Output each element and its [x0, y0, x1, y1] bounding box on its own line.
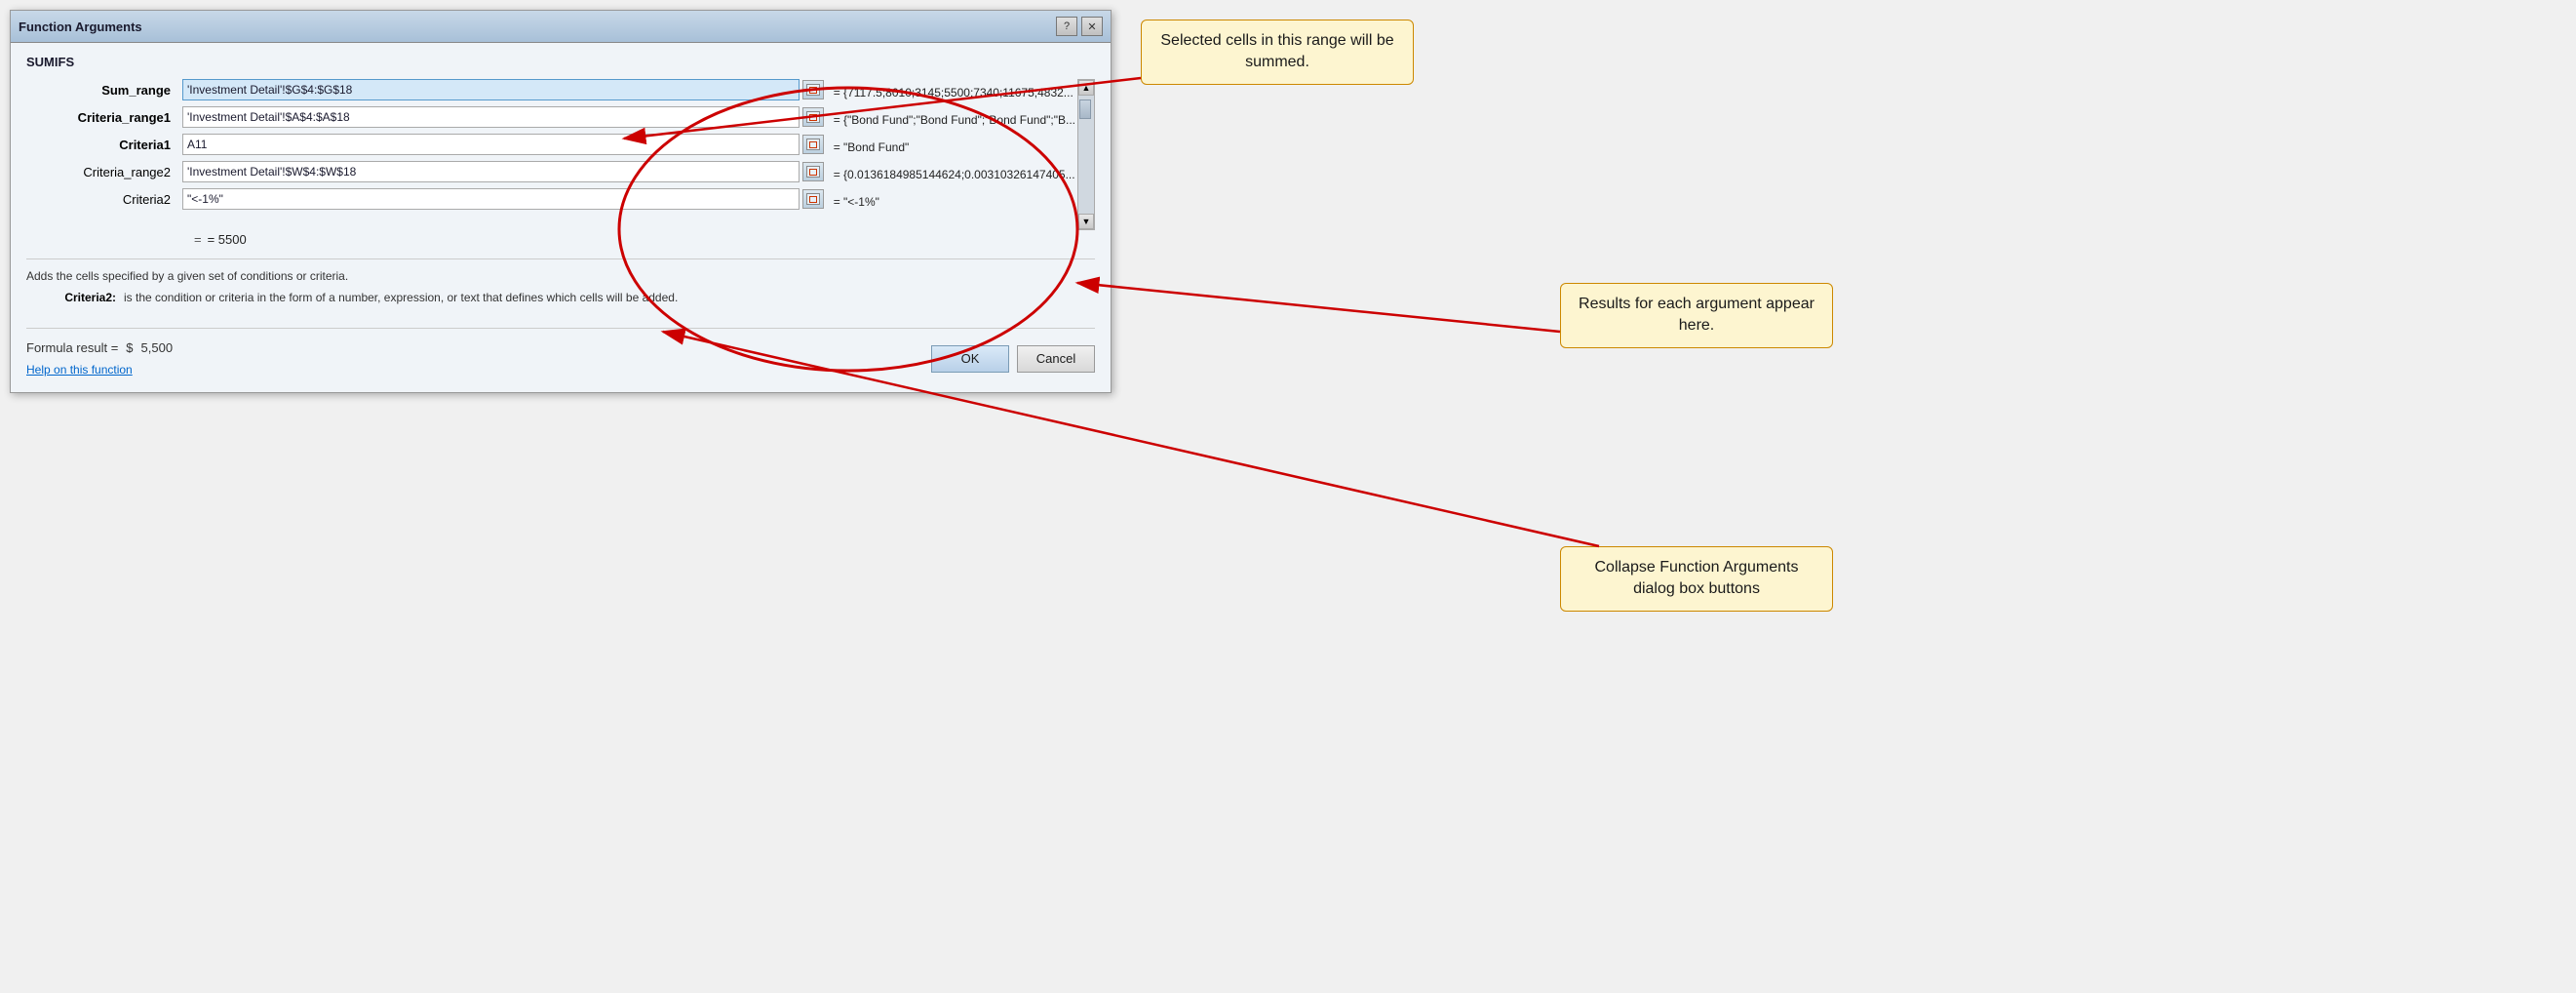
- arg-row-criteria1: Criteria1: [26, 134, 824, 155]
- dialog-body: SUMIFS Sum_range Criteria_range1: [11, 43, 1111, 392]
- cancel-button[interactable]: Cancel: [1017, 345, 1095, 373]
- collapse-icon: [806, 111, 820, 123]
- ok-button[interactable]: OK: [931, 345, 1009, 373]
- dialog-buttons: OK Cancel: [931, 345, 1095, 373]
- sum-range-label: Sum_range: [26, 83, 182, 98]
- collapse-icon: [806, 193, 820, 205]
- formula-result-label-text: Formula result =: [26, 340, 118, 355]
- callout-collapse-buttons: Collapse Function Arguments dialog box b…: [1560, 546, 1833, 612]
- sum-range-input-wrap: [182, 79, 824, 100]
- collapse-icon: [806, 139, 820, 150]
- result-line-2: = "Bond Fund": [828, 134, 1075, 161]
- collapse-icon: [806, 166, 820, 178]
- scroll-up-arrow[interactable]: ▲: [1078, 80, 1094, 96]
- formula-result-display: Formula result = $ 5,500: [26, 340, 219, 355]
- scroll-down-arrow[interactable]: ▼: [1078, 214, 1094, 229]
- criteria2-collapse-btn[interactable]: [802, 189, 824, 209]
- criteria-range1-label: Criteria_range1: [26, 110, 182, 125]
- scroll-track: [1078, 96, 1094, 214]
- criteria-range2-input-wrap: [182, 161, 824, 182]
- collapse-icon: [806, 84, 820, 96]
- criteria2-desc-label: Criteria2:: [26, 291, 124, 304]
- bottom-left: Formula result = $ 5,500 Help on this fu…: [26, 340, 219, 377]
- formula-result-value: 5,500: [141, 340, 219, 355]
- results-values: = {7117.5;8010;3145;5500;7340;11675;4832…: [828, 79, 1075, 216]
- titlebar-buttons: ? ✕: [1056, 17, 1103, 36]
- arg-row-criteria-range1: Criteria_range1: [26, 106, 824, 128]
- dialog-titlebar: Function Arguments ? ✕: [11, 11, 1111, 43]
- criteria2-description: Criteria2: is the condition or criteria …: [26, 291, 1095, 304]
- formula-result-dollar: $: [126, 340, 133, 355]
- criteria2-input[interactable]: [182, 188, 800, 210]
- result-line-0: = {7117.5;8010;3145;5500;7340;11675;4832…: [828, 79, 1075, 106]
- criteria1-input-wrap: [182, 134, 824, 155]
- bottom-area: Formula result = $ 5,500 Help on this fu…: [26, 328, 1095, 377]
- result-line-1: = {"Bond Fund";"Bond Fund";"Bond Fund";"…: [828, 106, 1075, 134]
- help-link[interactable]: Help on this function: [26, 363, 219, 377]
- criteria2-desc-text: is the condition or criteria in the form…: [124, 291, 1095, 304]
- result-line-3: = {0.0136184985144624;0.00310326147405..…: [828, 161, 1075, 188]
- result-line-4: = "<-1%": [828, 188, 1075, 216]
- criteria2-input-wrap: [182, 188, 824, 210]
- criteria1-input[interactable]: [182, 134, 800, 155]
- description-area: Adds the cells specified by a given set …: [26, 258, 1095, 304]
- sum-range-collapse-btn[interactable]: [802, 80, 824, 99]
- criteria-range1-input[interactable]: [182, 106, 800, 128]
- callout-selected-cells: Selected cells in this range will be sum…: [1141, 20, 1414, 85]
- function-name: SUMIFS: [26, 55, 1095, 69]
- criteria-range2-label: Criteria_range2: [26, 165, 182, 179]
- function-arguments-dialog: Function Arguments ? ✕ SUMIFS Sum_range: [10, 10, 1112, 393]
- args-inputs-section: Sum_range Criteria_range1: [26, 79, 824, 216]
- formula-eq-sign: =: [194, 232, 202, 247]
- callout-results: Results for each argument appear here.: [1560, 283, 1833, 348]
- criteria2-label: Criteria2: [26, 192, 182, 207]
- scroll-thumb[interactable]: [1079, 99, 1091, 119]
- sum-range-input[interactable]: [182, 79, 800, 100]
- help-titlebar-button[interactable]: ?: [1056, 17, 1077, 36]
- arg-row-sum-range: Sum_range: [26, 79, 824, 100]
- criteria1-label: Criteria1: [26, 138, 182, 152]
- results-section: = {7117.5;8010;3145;5500;7340;11675;4832…: [828, 79, 1095, 230]
- results-scrollbar[interactable]: ▲ ▼: [1077, 79, 1095, 230]
- dialog-title: Function Arguments: [19, 20, 142, 34]
- criteria-range2-input[interactable]: [182, 161, 800, 182]
- criteria-range1-input-wrap: [182, 106, 824, 128]
- formula-result-row: = = 5500: [182, 232, 1095, 247]
- arg-row-criteria2: Criteria2: [26, 188, 824, 210]
- close-titlebar-button[interactable]: ✕: [1081, 17, 1103, 36]
- criteria-range1-collapse-btn[interactable]: [802, 107, 824, 127]
- criteria1-collapse-btn[interactable]: [802, 135, 824, 154]
- criteria-range2-collapse-btn[interactable]: [802, 162, 824, 181]
- arg-row-criteria-range2: Criteria_range2: [26, 161, 824, 182]
- formula-inline-result: = 5500: [208, 232, 247, 247]
- description-text: Adds the cells specified by a given set …: [26, 269, 1095, 283]
